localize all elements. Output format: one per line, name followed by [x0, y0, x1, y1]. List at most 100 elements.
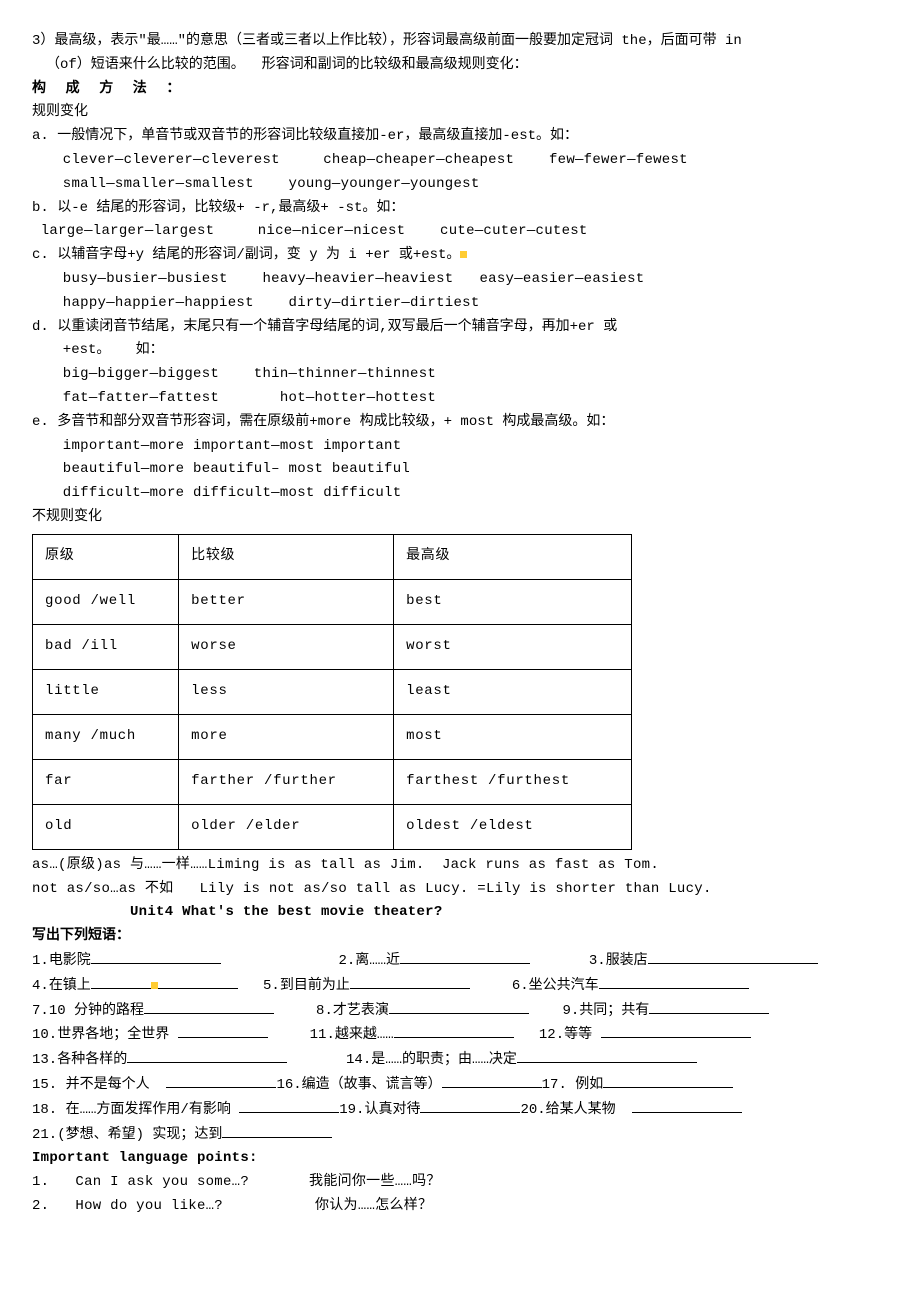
item-number: 7. — [32, 1000, 49, 1024]
item-number: 18. — [32, 1099, 57, 1123]
ilp-heading: Important language points: — [32, 1147, 888, 1171]
item-text: 在……方面发挥作用/有影响 — [57, 1102, 239, 1118]
item-number: 10. — [32, 1024, 57, 1048]
item-number: 21. — [32, 1124, 57, 1148]
item-number: 16. — [276, 1074, 301, 1098]
table-row: oldolder /elderoldest /eldest — [33, 804, 632, 849]
rule-b: b. 以-e 结尾的形容词，比较级+ -r,最高级+ -st。如： — [32, 197, 888, 221]
item-number: 5. — [263, 975, 280, 999]
table-row: littlelessleast — [33, 669, 632, 714]
rule-b-ex1: large—larger—largest nice—nicer—nicest c… — [32, 220, 888, 244]
phrase-list: 1.电影院 2.离……近 3.服装店4.在镇上 5.到目前为止 6.坐公共汽车7… — [32, 949, 888, 1147]
phrase-line: 18. 在……方面发挥作用/有影响 19.认真对待20.给某人某物 — [32, 1098, 888, 1123]
rule-c-ex1: busy—busier—busiest heavy—heavier—heavie… — [32, 268, 888, 292]
item-number: 8. — [316, 1000, 333, 1024]
item-text: 服装店 — [606, 953, 648, 969]
item-number: 2. — [338, 950, 355, 974]
blank-field[interactable] — [222, 1123, 332, 1138]
as-as-line1: as…(原级)as 与……一样……Liming is as tall as Ji… — [32, 854, 888, 878]
rule-d-ex1: big—bigger—biggest thin—thinner—thinnest — [32, 363, 888, 387]
blank-field[interactable] — [649, 999, 769, 1014]
table-row: 原级 比较级 最高级 — [33, 534, 632, 579]
item-text: 越来越…… — [335, 1027, 394, 1043]
blank-field[interactable] — [442, 1073, 542, 1088]
item-text: 编造（故事、谎言等） — [302, 1077, 442, 1093]
unit4-title: Unit4 What's the best movie theater? — [32, 901, 888, 925]
rule-a: a. 一般情况下，单音节或双音节的形容词比较级直接加-er，最高级直接加-est… — [32, 125, 888, 149]
item-text: 各种各样的 — [57, 1052, 127, 1068]
q1: 1. Can I ask you some…?我能问你一些……吗？ — [32, 1171, 888, 1195]
item-text: 是……的职责；由……决定 — [371, 1052, 517, 1068]
item-text: 10 分钟的路程 — [49, 1003, 144, 1019]
rule-d-b: +est。 如： — [32, 339, 888, 363]
item-text: 世界各地；全世界 — [57, 1027, 177, 1043]
item-number: 13. — [32, 1049, 57, 1073]
table-row: many /muchmoremost — [33, 714, 632, 759]
th-superlative: 最高级 — [394, 534, 632, 579]
item-number: 4. — [32, 975, 49, 999]
blank-field[interactable] — [91, 949, 221, 964]
item-number: 15. — [32, 1074, 57, 1098]
item-text: 在镇上 — [49, 978, 91, 994]
phrase-line: 10.世界各地；全世界 11.越来越…… 12.等等 — [32, 1023, 888, 1048]
item-text: 电影院 — [49, 953, 91, 969]
blank-field[interactable] — [166, 1073, 276, 1088]
item-text: 才艺表演 — [333, 1003, 389, 1019]
rule-d-ex2: fat—fatter—fattest hot—hotter—hottest — [32, 387, 888, 411]
phrase-line: 7.10 分钟的路程 8.才艺表演 9.共同；共有 — [32, 999, 888, 1024]
item-number: 1. — [32, 950, 49, 974]
blank-field[interactable] — [601, 1023, 751, 1038]
rule-a-ex2: small—smaller—smallest young—younger—you… — [32, 173, 888, 197]
blank-field[interactable] — [389, 999, 529, 1014]
blank-field[interactable] — [632, 1098, 742, 1113]
rule-e: e. 多音节和部分双音节形容词，需在原级前+more 构成比较级，+ most … — [32, 411, 888, 435]
as-as-line2: not as/so…as 不如 Lily is not as/so tall a… — [32, 878, 888, 902]
item-text: 离……近 — [355, 953, 400, 969]
blank-field[interactable] — [350, 974, 470, 989]
item-number: 14. — [346, 1049, 371, 1073]
blank-field[interactable] — [91, 974, 151, 989]
blank-field[interactable] — [178, 1023, 268, 1038]
phrase-line: 13.各种各样的 14.是……的职责；由……决定 — [32, 1048, 888, 1073]
phrase-line: 21.(梦想、希望) 实现；达到 — [32, 1123, 888, 1148]
table-row: bad /illworseworst — [33, 624, 632, 669]
item-text: 例如 — [567, 1077, 603, 1093]
heading-irregular: 不规则变化 — [32, 506, 888, 530]
blank-field[interactable] — [400, 949, 530, 964]
item-text: 给某人某物 — [546, 1102, 633, 1118]
rule-a-ex1: clever—cleverer—cleverest cheap—cheaper—… — [32, 149, 888, 173]
item-text: 并不是每个人 — [57, 1077, 166, 1093]
blank-field[interactable] — [648, 949, 818, 964]
phrase-line: 1.电影院 2.离……近 3.服装店 — [32, 949, 888, 974]
para-superlative-2: （of）短语来什么比较的范围。 形容词和副词的比较级和最高级规则变化： — [32, 54, 888, 78]
marker-icon — [151, 982, 158, 989]
blank-field[interactable] — [517, 1048, 697, 1063]
heading-regular: 规则变化 — [32, 101, 888, 125]
rule-e-ex3: difficult—more difficult—most difficult — [32, 482, 888, 506]
table-row: farfarther /furtherfarthest /furthest — [33, 759, 632, 804]
blank-field[interactable] — [158, 974, 238, 989]
item-number: 19. — [339, 1099, 364, 1123]
item-text: 共同；共有 — [579, 1003, 649, 1019]
heading-method: 构 成 方 法 ： — [32, 78, 888, 102]
phrase-line: 15. 并不是每个人 16.编造（故事、谎言等）17. 例如 — [32, 1073, 888, 1098]
rule-e-ex1: important—more important—most important — [32, 435, 888, 459]
blank-field[interactable] — [127, 1048, 287, 1063]
irregular-table: 原级 比较级 最高级 good /wellbetterbest bad /ill… — [32, 534, 632, 850]
rule-c: c. 以辅音字母+y 结尾的形容词/副词，变 y 为 i +er 或+est。 — [32, 244, 888, 268]
table-row: good /wellbetterbest — [33, 579, 632, 624]
th-comparative: 比较级 — [179, 534, 394, 579]
rule-e-ex2: beautiful—more beautiful– most beautiful — [32, 458, 888, 482]
blank-field[interactable] — [603, 1073, 733, 1088]
blank-field[interactable] — [420, 1098, 520, 1113]
rule-c-ex2: happy—happier—happiest dirty—dirtier—dir… — [32, 292, 888, 316]
blank-field[interactable] — [239, 1098, 339, 1113]
item-number: 6. — [512, 975, 529, 999]
item-number: 3. — [589, 950, 606, 974]
item-number: 9. — [562, 1000, 579, 1024]
write-phrases-heading: 写出下列短语： — [32, 925, 888, 949]
blank-field[interactable] — [144, 999, 274, 1014]
marker-icon — [460, 251, 467, 258]
blank-field[interactable] — [394, 1023, 514, 1038]
blank-field[interactable] — [599, 974, 749, 989]
